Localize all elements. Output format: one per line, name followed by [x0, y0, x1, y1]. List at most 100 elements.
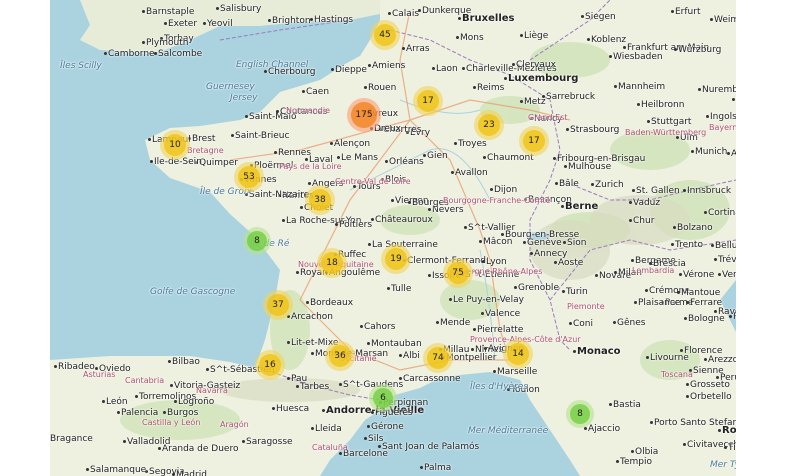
- city-dot: [142, 41, 145, 44]
- city-dot: [647, 120, 650, 123]
- region-label: Toscana: [661, 370, 693, 379]
- city-dot: [148, 138, 151, 141]
- region-label: Normandie: [286, 106, 331, 115]
- marker-cluster-count: 175: [351, 102, 377, 128]
- water-label: Mer Méditerranée: [468, 426, 549, 436]
- marker-cluster[interactable]: 45: [370, 20, 400, 50]
- city-label: Camborne: [108, 49, 155, 59]
- marker-cluster[interactable]: 74: [423, 343, 453, 373]
- city-dot: [490, 188, 493, 191]
- city-label: Yeovil: [207, 19, 233, 29]
- water-label: Îles Scilly: [60, 61, 102, 71]
- city-dot: [330, 142, 333, 145]
- marker-cluster[interactable]: 10: [160, 130, 190, 160]
- marker-cluster[interactable]: 8: [243, 227, 271, 255]
- region-label: Piemonte: [567, 302, 605, 311]
- region-label: Centre-Val de Loire: [335, 177, 411, 186]
- marker-cluster-count: 75: [447, 262, 469, 284]
- city-label: Rouen: [368, 83, 397, 93]
- city-label: Grenoble: [518, 283, 559, 293]
- marker-cluster[interactable]: 8: [566, 400, 594, 428]
- city-label: Saragosse: [246, 437, 293, 447]
- city-dot: [591, 183, 594, 186]
- marker-cluster[interactable]: 75: [443, 258, 473, 288]
- marker-cluster-count: 37: [267, 294, 289, 316]
- city-dot: [683, 189, 686, 192]
- marker-cluster[interactable]: 17: [413, 86, 443, 116]
- city-dot: [573, 350, 576, 353]
- city-dot: [504, 77, 507, 80]
- marker-cluster-count: 17: [417, 90, 439, 112]
- city-dot: [718, 429, 721, 432]
- marker-cluster[interactable]: 36: [325, 341, 355, 371]
- city-dot: [645, 289, 648, 292]
- city-label: Tarbes: [300, 382, 330, 392]
- marker-cluster[interactable]: 17: [519, 126, 549, 156]
- city-dot: [203, 22, 206, 25]
- marker-cluster-count: 45: [374, 24, 396, 46]
- city-label: Dijon: [494, 185, 518, 195]
- marker-cluster[interactable]: 37: [263, 290, 293, 320]
- city-label: Liège: [524, 31, 549, 41]
- marker-cluster[interactable]: 18: [317, 248, 347, 278]
- city-label: Orbetello: [690, 392, 732, 402]
- marker-cluster[interactable]: 38: [305, 185, 335, 215]
- city-label: Mannheim: [618, 82, 666, 92]
- city-dot: [216, 7, 219, 10]
- marker-cluster-count: 23: [478, 114, 500, 136]
- city-dot: [436, 321, 439, 324]
- city-label: Arcachon: [291, 312, 333, 322]
- city-label: Troyes: [458, 139, 487, 149]
- city-dot: [501, 233, 504, 236]
- map-view[interactable]: Barnstaple Exeter Yeovil Salisbury Brighton H…: [50, 0, 736, 476]
- region-label: Pays de la Loire: [279, 162, 342, 171]
- city-dot: [123, 440, 126, 443]
- city-label: Bâle: [559, 179, 579, 189]
- city-dot: [458, 17, 461, 20]
- city-dot: [364, 86, 367, 89]
- marker-cluster[interactable]: 53: [234, 162, 264, 192]
- city-dot: [206, 368, 209, 371]
- city-dot: [174, 400, 177, 403]
- city-label: Dieppe: [335, 65, 367, 75]
- city-label: Munich: [695, 147, 728, 157]
- city-dot: [686, 301, 689, 304]
- marker-cluster[interactable]: 23: [474, 110, 504, 140]
- city-dot: [631, 450, 634, 453]
- city-dot: [170, 384, 173, 387]
- marker-cluster[interactable]: 175: [347, 98, 381, 132]
- city-dot: [399, 377, 402, 380]
- city-dot: [718, 273, 721, 276]
- city-dot: [305, 158, 308, 161]
- city-dot: [646, 356, 649, 359]
- marker-cluster-count: 6: [373, 388, 393, 408]
- marker-cluster[interactable]: 6: [369, 384, 397, 412]
- city-dot: [483, 156, 486, 159]
- city-dot: [716, 376, 719, 379]
- city-dot: [142, 10, 145, 13]
- city-label: Palencia: [121, 408, 159, 418]
- marker-cluster[interactable]: 14: [503, 339, 533, 369]
- marker-cluster[interactable]: 19: [381, 244, 411, 274]
- city-label: Calais: [392, 9, 420, 19]
- city-dot: [623, 46, 626, 49]
- city-dot: [276, 110, 279, 113]
- marker-cluster-count: 17: [523, 130, 545, 152]
- marker-cluster-count: 10: [164, 134, 186, 156]
- city-label: Bastia: [613, 400, 641, 410]
- city-dot: [482, 260, 485, 263]
- city-label: Valence: [485, 309, 521, 319]
- city-dot: [264, 70, 267, 73]
- city-dot: [322, 409, 325, 412]
- city-dot: [311, 427, 314, 430]
- city-dot: [629, 201, 632, 204]
- city-dot: [563, 241, 566, 244]
- city-dot: [714, 310, 717, 313]
- marker-cluster-count: 8: [247, 231, 267, 251]
- city-label: Bruxelles: [462, 13, 515, 24]
- city-dot: [423, 154, 426, 157]
- city-label: Genève: [527, 238, 562, 248]
- city-label: Berne: [565, 201, 599, 212]
- marker-cluster[interactable]: 16: [255, 350, 285, 380]
- region-label: Bretagne: [187, 146, 224, 155]
